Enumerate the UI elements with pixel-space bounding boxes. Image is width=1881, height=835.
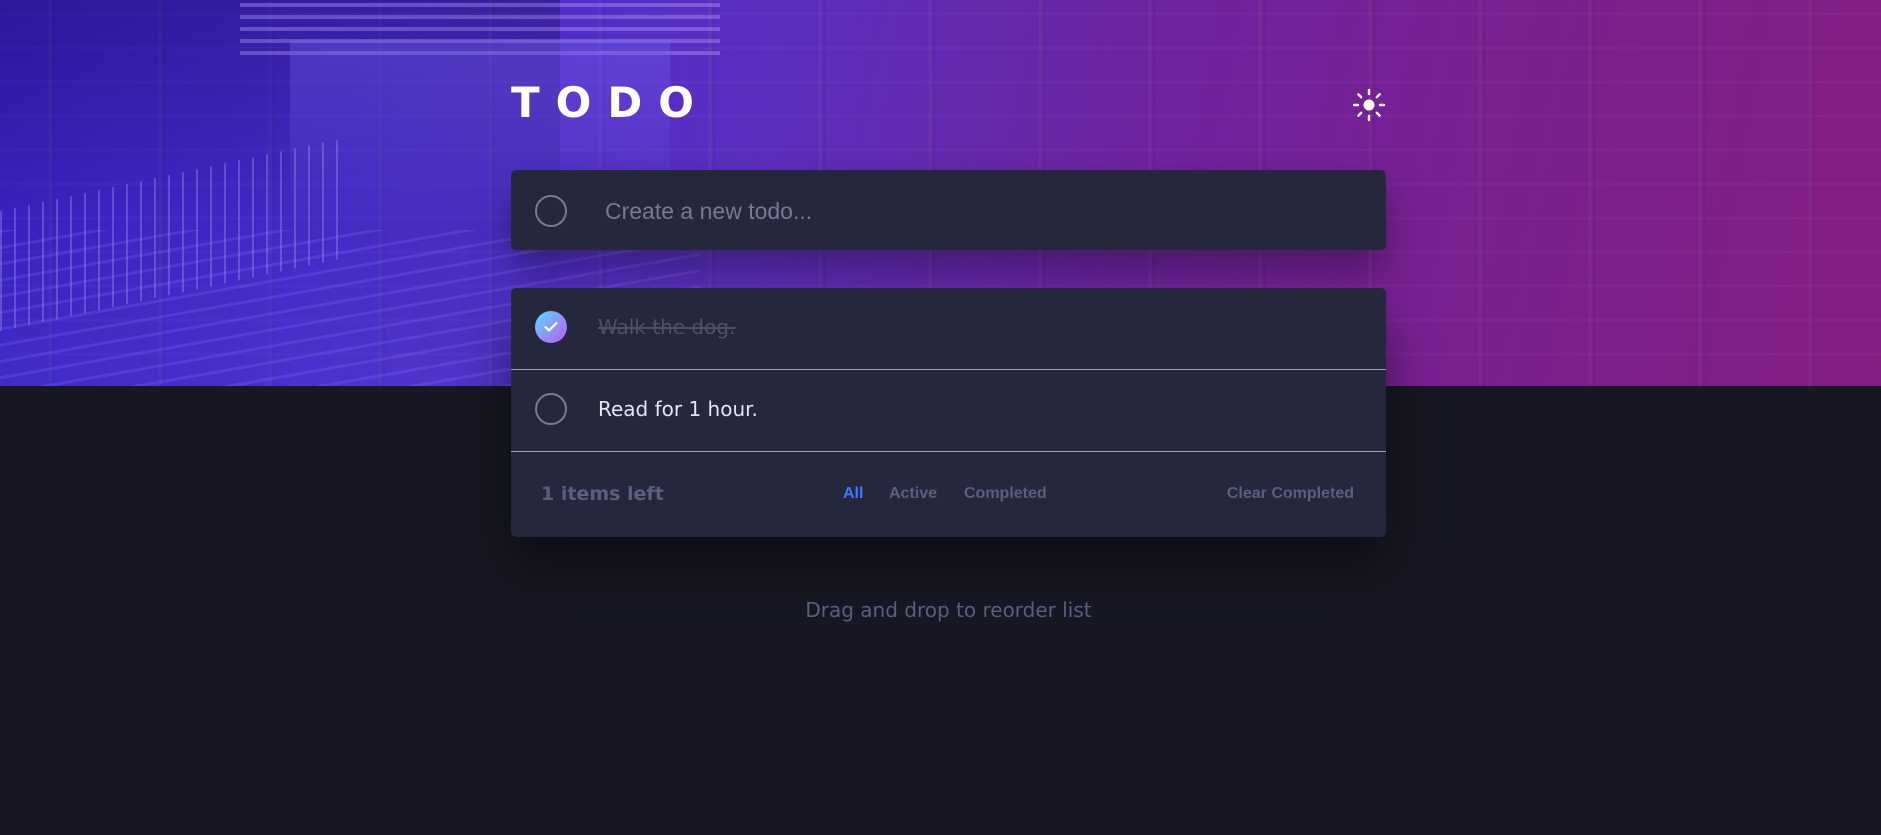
todo-text: Read for 1 hour. [598,397,758,421]
filter-all[interactable]: All [843,482,863,506]
todo-item[interactable]: Read for 1 hour. [511,370,1386,452]
clear-completed-button[interactable]: Clear Completed [1227,482,1354,506]
app-title: TODO [511,78,710,127]
todo-check-toggle[interactable] [535,393,567,425]
new-todo-input[interactable] [603,188,1367,234]
todo-item[interactable]: Walk the dog. [511,288,1386,370]
todo-text: Walk the dog. [598,315,736,339]
check-icon [544,321,558,332]
app-header: TODO [511,78,1386,128]
items-left-count: 1 items left [541,483,664,505]
new-todo-bar [511,170,1386,250]
sun-icon [1352,88,1386,122]
drag-drop-hint: Drag and drop to reorder list [805,598,1092,622]
completed-check-toggle[interactable] [535,311,567,343]
todo-list: Walk the dog. Read for 1 hour. 1 items l… [511,288,1386,537]
new-todo-circle-icon[interactable] [535,195,567,227]
theme-toggle-button[interactable] [1352,88,1386,122]
list-footer: 1 items left All Active Completed Clear … [511,452,1386,537]
filter-active[interactable]: Active [889,482,937,506]
filter-completed[interactable]: Completed [964,482,1047,506]
